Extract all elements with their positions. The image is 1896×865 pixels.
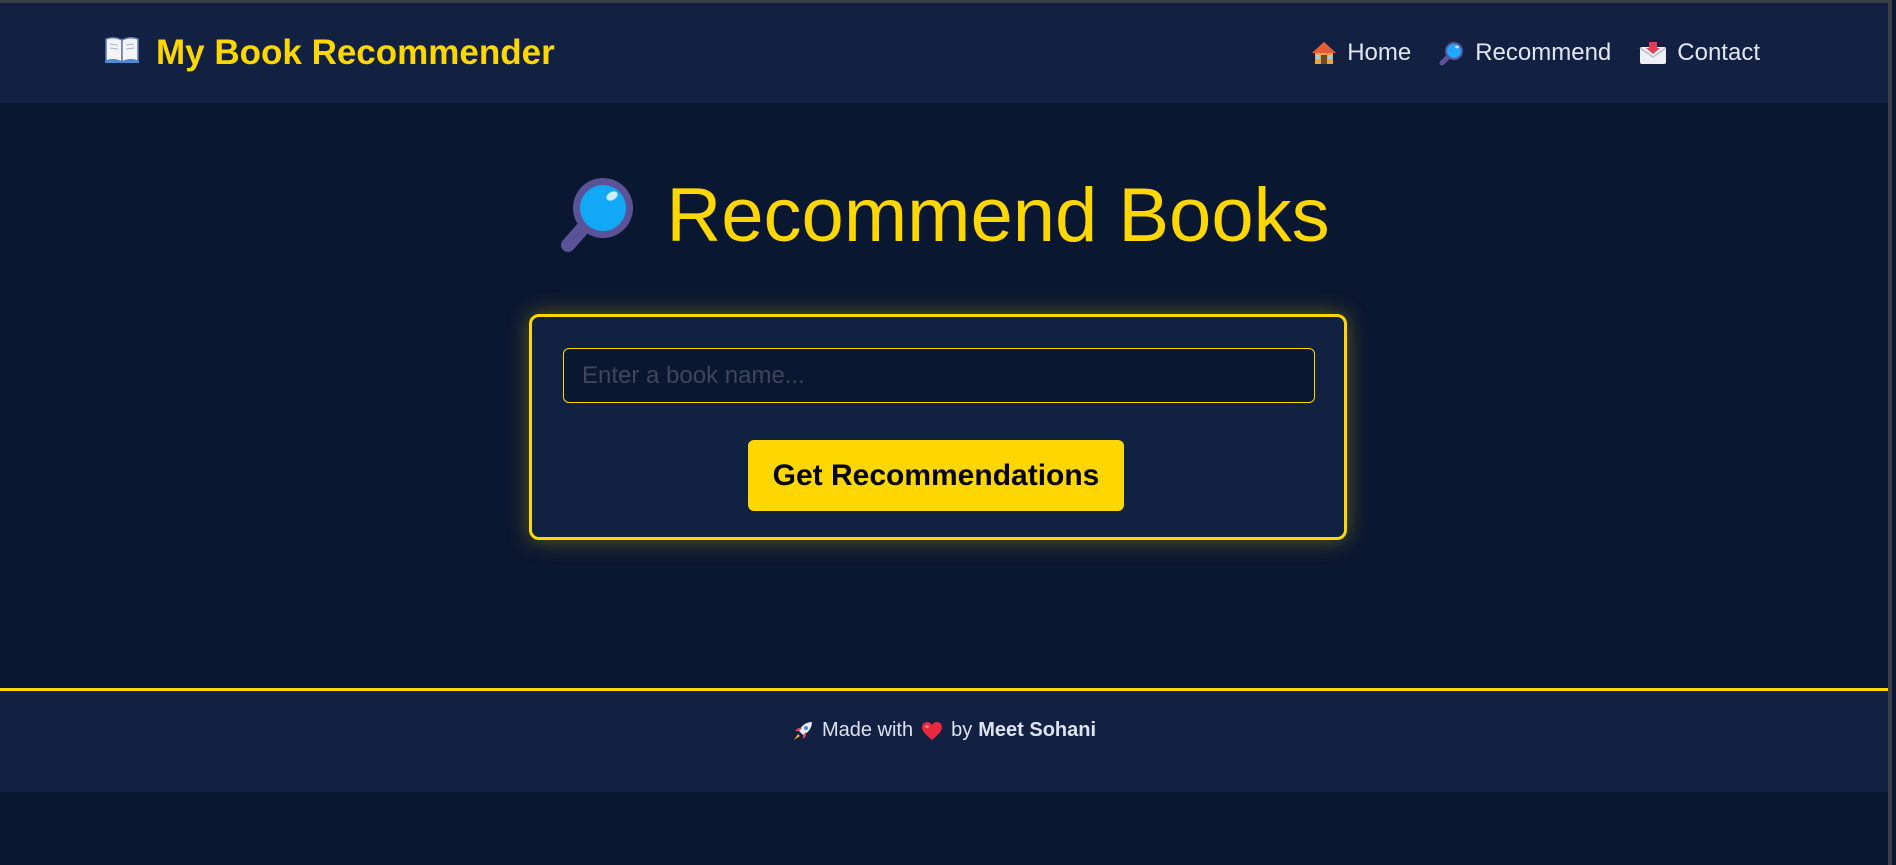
page-title: Recommend Books	[0, 172, 1888, 259]
footer-by: by	[951, 719, 973, 741]
brand-link[interactable]: My Book Recommender	[104, 3, 555, 103]
brand-title: My Book Recommender	[156, 33, 555, 72]
nav-link-home[interactable]: Home	[1311, 39, 1411, 67]
house-icon	[1311, 40, 1337, 66]
search-card: Get Recommendations	[529, 314, 1347, 540]
nav-link-contact-label: Contact	[1677, 39, 1760, 66]
magnifier-icon	[1439, 40, 1465, 66]
magnifier-icon	[558, 177, 636, 255]
footer-credit: Made with by Meet Sohani	[792, 719, 1096, 742]
get-recommendations-button[interactable]: Get Recommendations	[748, 440, 1124, 511]
footer-made-with: Made with	[821, 719, 914, 741]
nav-link-contact[interactable]: Contact	[1639, 39, 1760, 67]
footer-author: Meet Sohani	[978, 719, 1097, 741]
page-title-text: Recommend Books	[666, 173, 1330, 258]
footer: Made with by Meet Sohani	[0, 688, 1888, 792]
nav-link-recommend[interactable]: Recommend	[1439, 39, 1611, 67]
rocket-icon	[792, 720, 814, 742]
envelope-icon	[1639, 40, 1667, 66]
nav-link-recommend-label: Recommend	[1475, 39, 1612, 66]
nav-links: Home Recommend Contact	[1311, 3, 1760, 103]
navbar: My Book Recommender Home Recommend Conta…	[0, 3, 1888, 103]
heart-icon	[921, 721, 943, 741]
open-book-icon	[104, 33, 140, 73]
nav-link-home-label: Home	[1347, 39, 1412, 66]
book-name-input[interactable]	[563, 348, 1315, 403]
